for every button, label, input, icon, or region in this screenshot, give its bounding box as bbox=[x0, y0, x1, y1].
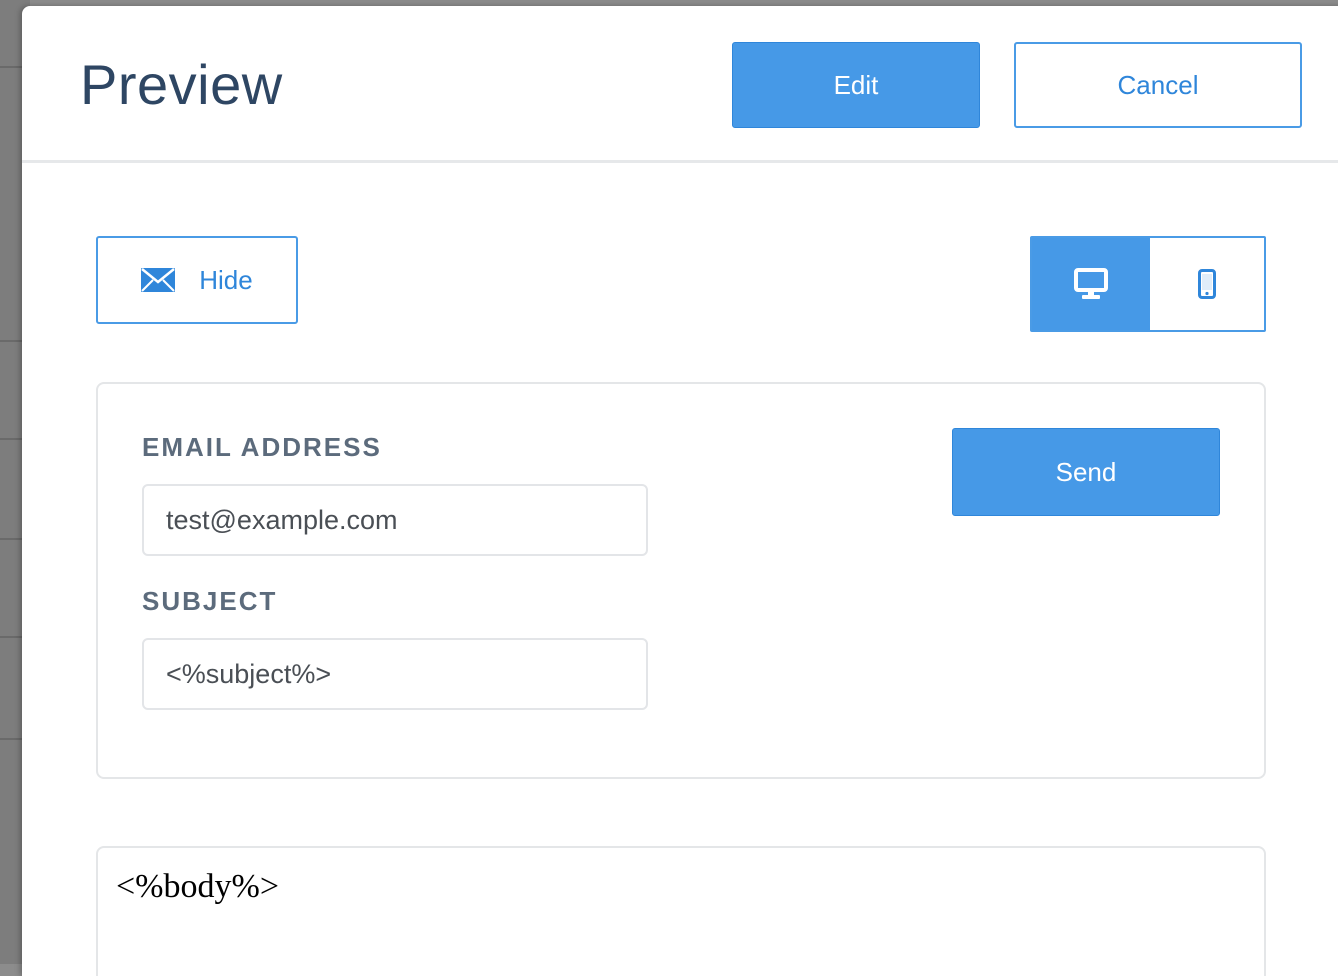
backdrop-divider bbox=[0, 538, 24, 540]
backdrop-divider bbox=[0, 738, 24, 740]
email-body-preview: <%body%> bbox=[96, 846, 1266, 976]
email-body-text: <%body%> bbox=[116, 868, 279, 905]
desktop-view-button[interactable] bbox=[1032, 238, 1150, 330]
preview-modal: Preview Edit Cancel Hide EMAIL ADDRESS t… bbox=[22, 6, 1338, 976]
send-button[interactable]: Send bbox=[952, 428, 1220, 516]
backdrop-divider bbox=[0, 340, 24, 342]
backdrop-divider bbox=[0, 438, 24, 440]
modal-header: Preview Edit Cancel bbox=[22, 6, 1338, 163]
view-toggle bbox=[1030, 236, 1266, 332]
mobile-phone-icon bbox=[1198, 269, 1216, 299]
hide-button-label: Hide bbox=[199, 264, 253, 295]
backdrop-divider bbox=[0, 636, 24, 638]
subject-input[interactable] bbox=[142, 638, 648, 710]
hide-button[interactable]: Hide bbox=[96, 236, 298, 324]
email-address-label: EMAIL ADDRESS bbox=[142, 432, 382, 462]
mobile-view-button[interactable] bbox=[1150, 238, 1264, 330]
edit-button[interactable]: Edit bbox=[732, 42, 980, 128]
subject-label: SUBJECT bbox=[142, 586, 278, 616]
cancel-button[interactable]: Cancel bbox=[1014, 42, 1302, 128]
backdrop-divider bbox=[0, 66, 24, 68]
page-title: Preview bbox=[80, 53, 283, 116]
send-test-panel: EMAIL ADDRESS SUBJECT Send bbox=[96, 382, 1266, 779]
envelope-icon bbox=[141, 268, 176, 292]
email-address-input[interactable] bbox=[142, 484, 648, 556]
desktop-monitor-icon bbox=[1074, 268, 1108, 299]
